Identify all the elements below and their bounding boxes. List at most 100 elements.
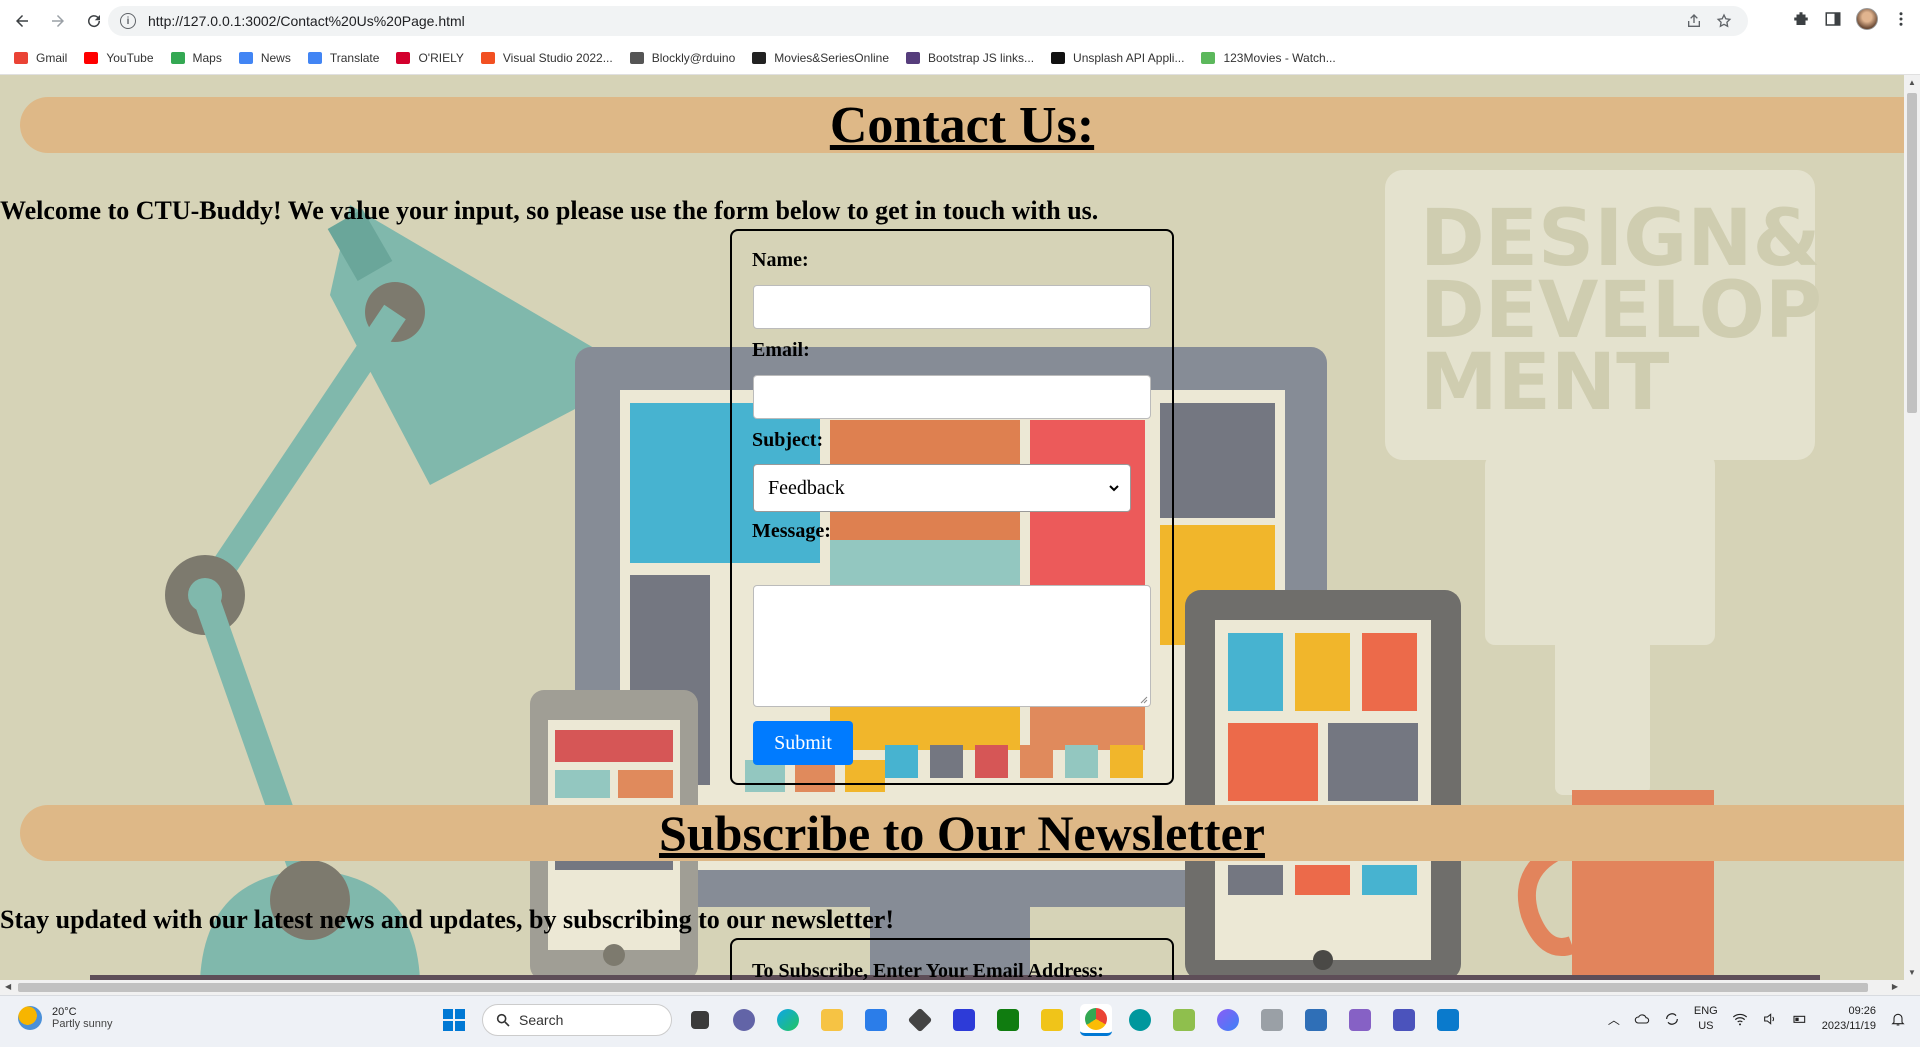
bookmark-item[interactable]: Translate <box>307 51 380 65</box>
subject-select[interactable]: Feedback <box>753 464 1131 512</box>
search-label: Search <box>519 1012 564 1028</box>
address-bar[interactable]: i http://127.0.0.1:3002/Contact%20Us%20P… <box>108 6 1748 36</box>
photos-icon[interactable] <box>1300 1004 1332 1036</box>
vertical-scroll-thumb[interactable] <box>1907 93 1917 413</box>
wifi-icon[interactable] <box>1732 1011 1748 1027</box>
blockly-icon <box>629 52 644 64</box>
sync-icon[interactable] <box>1664 1011 1680 1027</box>
bookmark-item[interactable]: Maps <box>170 51 222 65</box>
extensions-icon[interactable] <box>1792 10 1810 28</box>
clock-date: 2023/11/19 <box>1821 1020 1876 1032</box>
movies-icon <box>752 52 767 64</box>
weather-widget[interactable]: 20°C Partly sunny <box>18 1006 113 1030</box>
bookmark-label: YouTube <box>106 51 154 65</box>
taskbar: 20°C Partly sunny Search ︿ ENG US 09:26 … <box>0 995 1920 1047</box>
email-label: Email: <box>752 339 810 361</box>
back-button[interactable] <box>8 7 36 35</box>
volume-icon[interactable] <box>1762 1011 1778 1027</box>
scroll-left-icon[interactable]: ◀ <box>5 982 11 991</box>
resize-handle-icon[interactable] <box>1140 696 1148 704</box>
language-bottom: US <box>1698 1020 1714 1032</box>
bookmark-label: Visual Studio 2022... <box>502 51 613 65</box>
bookmark-item[interactable]: Bootstrap JS links... <box>906 51 1034 65</box>
task-view-icon[interactable] <box>684 1004 716 1036</box>
clock[interactable]: 09:26 2023/11/19 <box>1822 1004 1876 1034</box>
bookmark-item[interactable]: O'RIELY <box>396 51 464 65</box>
bookmark-item[interactable]: 123Movies - Watch... <box>1201 51 1336 65</box>
teams-chat-icon[interactable] <box>728 1004 760 1036</box>
teams-icon[interactable] <box>1388 1004 1420 1036</box>
page-viewport: DESIGN& DEVELOP MENT Contact Us: Welcome… <box>0 75 1904 980</box>
search-icon <box>496 1013 510 1027</box>
horizontal-scrollbar[interactable]: ◀ ▶ <box>0 980 1920 995</box>
battery-icon[interactable] <box>1792 1011 1808 1027</box>
bookmark-item[interactable]: Blockly@rduino <box>629 51 736 65</box>
unity-icon[interactable] <box>904 1004 936 1036</box>
taskbar-search[interactable]: Search <box>482 1004 672 1036</box>
bookmark-item[interactable]: Gmail <box>14 51 67 65</box>
chevron-down-icon <box>1109 485 1119 492</box>
bootstrap-icon <box>906 52 920 64</box>
notepad-icon[interactable] <box>1168 1004 1200 1036</box>
bookmark-label: Bootstrap JS links... <box>928 51 1035 65</box>
notification-bell-icon[interactable] <box>1890 1011 1906 1027</box>
scroll-up-icon[interactable]: ▲ <box>1908 78 1916 87</box>
file-explorer-icon[interactable] <box>816 1004 848 1036</box>
bookmark-item[interactable]: Visual Studio 2022... <box>480 51 613 65</box>
vertical-scrollbar[interactable]: ▲ ▼ <box>1904 75 1920 980</box>
visual-studio-icon[interactable] <box>1344 1004 1376 1036</box>
scroll-down-icon[interactable]: ▼ <box>1908 968 1916 977</box>
name-input[interactable] <box>753 285 1151 329</box>
oreilly-icon <box>396 52 411 64</box>
more-menu-icon[interactable] <box>1892 10 1910 28</box>
edge-icon[interactable] <box>772 1004 804 1036</box>
welcome-text: Welcome to CTU-Buddy! We value your inpu… <box>0 196 1099 225</box>
weather-temp: 20°C <box>52 1006 77 1018</box>
email-input[interactable] <box>753 375 1151 419</box>
bookmarks-bar: Gmail YouTube Maps News Translate O'RIELY Visu… <box>0 42 1920 75</box>
bookmark-label: Blockly@rduino <box>651 51 736 65</box>
submit-button[interactable]: Submit <box>753 721 853 765</box>
poster-text-3: MENT <box>1420 338 1669 428</box>
profile-avatar[interactable] <box>1856 8 1878 30</box>
bookmark-label: Translate <box>329 51 380 65</box>
bookmark-label: O'RIELY <box>418 51 464 65</box>
horizontal-scroll-thumb[interactable] <box>18 983 1868 992</box>
visual-studio-pen-icon[interactable] <box>948 1004 980 1036</box>
onedrive-icon[interactable] <box>1634 1011 1650 1027</box>
site-info-icon[interactable]: i <box>120 13 136 29</box>
newsletter-title: Subscribe to Our Newsletter <box>659 805 1265 861</box>
message-textarea[interactable] <box>753 585 1151 707</box>
subject-selected-value: Feedback <box>768 476 845 499</box>
maps-icon <box>170 52 185 64</box>
forward-button[interactable] <box>44 7 72 35</box>
visual-studio-icon <box>480 52 495 64</box>
123movies-icon <box>1201 52 1216 64</box>
side-panel-icon[interactable] <box>1824 10 1842 28</box>
bookmark-item[interactable]: YouTube <box>84 51 154 65</box>
xbox-icon[interactable] <box>992 1004 1024 1036</box>
chrome-icon[interactable] <box>1080 1004 1112 1036</box>
copilot-icon[interactable] <box>1212 1004 1244 1036</box>
language-top: ENG <box>1693 1005 1718 1017</box>
bookmark-item[interactable]: Movies&SeriesOnline <box>752 51 889 65</box>
arrow-left-icon <box>16 15 28 27</box>
bookmark-label: News <box>260 51 291 65</box>
chevron-up-icon[interactable]: ︿ <box>1608 1011 1620 1028</box>
url-text: http://127.0.0.1:3002/Contact%20Us%20Pag… <box>148 13 465 29</box>
bookmark-item[interactable]: Unsplash API Appli... <box>1051 51 1184 65</box>
reload-button[interactable] <box>80 7 108 35</box>
calculator-icon[interactable] <box>1256 1004 1288 1036</box>
youtube-icon <box>84 52 99 64</box>
bookmark-item[interactable]: News <box>238 51 291 65</box>
share-icon[interactable] <box>1686 13 1702 29</box>
star-icon[interactable] <box>1716 13 1732 29</box>
arduino-icon[interactable] <box>1124 1004 1156 1036</box>
vscode-icon[interactable] <box>1432 1004 1464 1036</box>
start-button[interactable] <box>438 1004 470 1036</box>
app-icon-yellow[interactable] <box>1036 1004 1068 1036</box>
subscribe-label: To Subscribe, Enter Your Email Address: <box>752 960 1104 980</box>
scroll-right-icon[interactable]: ▶ <box>1892 982 1898 991</box>
language-indicator[interactable]: ENG US <box>1694 1004 1718 1034</box>
microsoft-store-icon[interactable] <box>860 1004 892 1036</box>
